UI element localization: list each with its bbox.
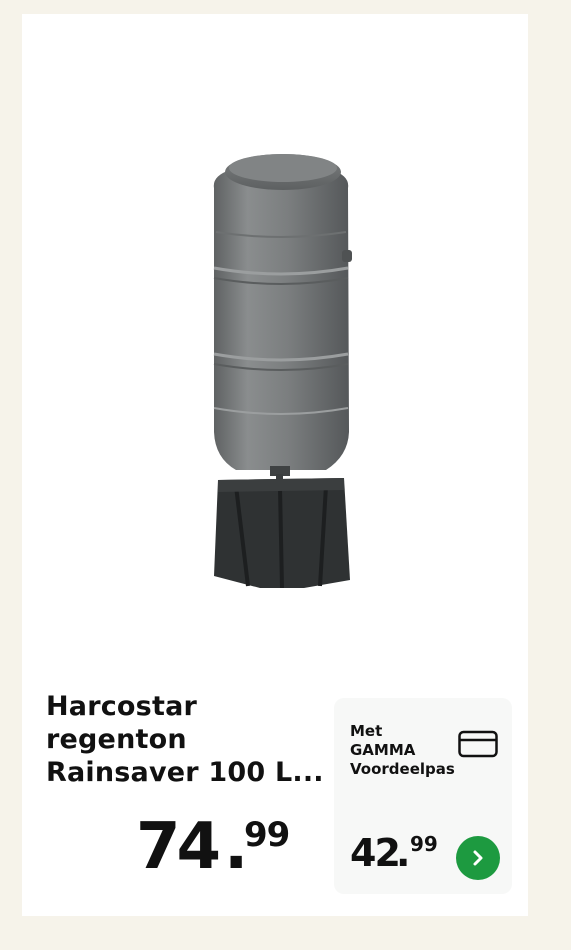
product-title-line-3: Rainsaver 100 L... bbox=[46, 757, 324, 788]
member-price-separator: . bbox=[396, 831, 411, 875]
regular-price-decimals: 99 bbox=[244, 815, 290, 855]
member-price-box[interactable]: Met GAMMA Voordeelpas 42 . 99 bbox=[334, 698, 512, 894]
regular-price-integer: 74 bbox=[136, 810, 221, 884]
member-price: 42 . 99 bbox=[350, 830, 460, 880]
product-card[interactable]: Harcostar regenton Rainsaver 100 L... 74… bbox=[22, 14, 528, 916]
card-icon bbox=[458, 730, 498, 758]
rain-barrel-image[interactable] bbox=[208, 140, 353, 588]
chevron-right-icon bbox=[473, 850, 483, 866]
member-price-integer: 42 bbox=[350, 831, 401, 875]
member-label-line-1: Met bbox=[350, 722, 383, 740]
member-label-line-3: Voordeelpas bbox=[350, 760, 455, 778]
regular-price: 74 . 99 bbox=[136, 810, 316, 900]
member-label-line-2: GAMMA bbox=[350, 741, 416, 759]
product-title[interactable]: Harcostar regenton Rainsaver 100 L... bbox=[46, 690, 346, 789]
product-title-line-2: regenton bbox=[46, 724, 187, 755]
member-price-decimals: 99 bbox=[410, 832, 438, 856]
product-title-line-1: Harcostar bbox=[46, 691, 197, 722]
member-price-go-button[interactable] bbox=[456, 836, 500, 880]
member-label: Met GAMMA Voordeelpas bbox=[350, 722, 455, 779]
